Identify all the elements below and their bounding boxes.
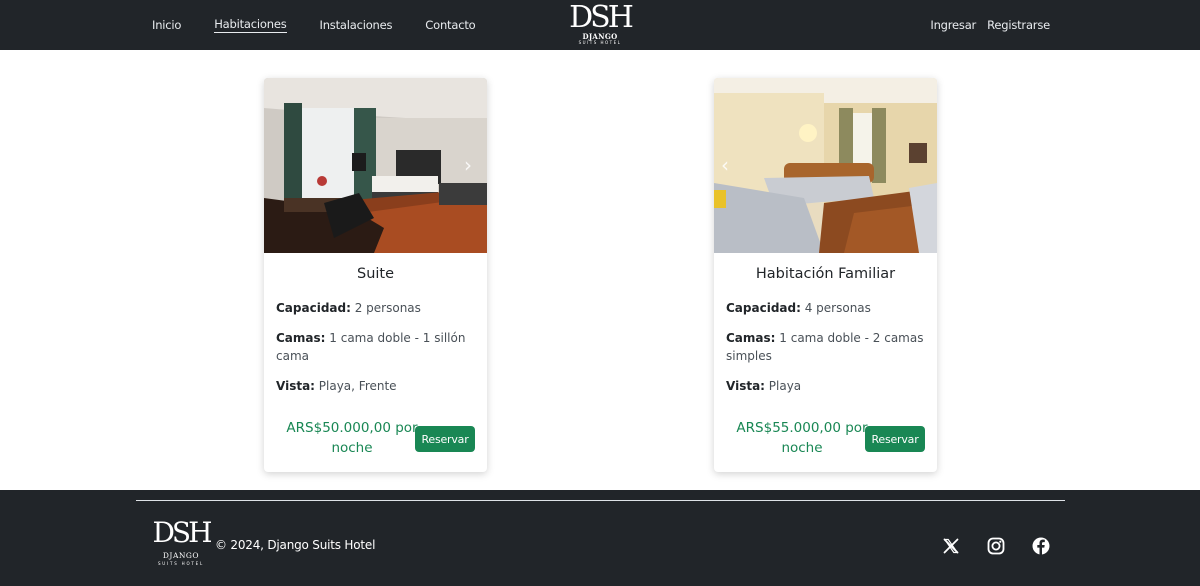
capacity-value: 4 personas: [800, 301, 871, 315]
suite-photo: [264, 78, 487, 253]
room-price: ARS$50.000,00 por noche: [286, 420, 418, 456]
nav-link-inicio[interactable]: Inicio: [152, 18, 181, 32]
x-icon[interactable]: [942, 537, 960, 555]
site-footer: DSH DJANGO SUITS HOTEL © 2024, Django Su…: [0, 490, 1200, 586]
capacity-label: Capacidad:: [276, 301, 351, 315]
nav-link-contacto[interactable]: Contacto: [425, 18, 475, 32]
view-label: Vista:: [276, 379, 315, 393]
social-links: [915, 537, 1050, 555]
auth-links: Ingresar Registrarse: [919, 0, 1050, 50]
nav-link-habitaciones[interactable]: Habitaciones: [214, 17, 287, 33]
room-details: Capacidad: 4 personas Camas: 1 cama dobl…: [714, 299, 937, 395]
instagram-icon[interactable]: [987, 537, 1005, 555]
copyright-text: © 2024, Django Suits Hotel: [215, 538, 376, 552]
view-value: Playa: [764, 379, 802, 393]
nav-link-instalaciones[interactable]: Instalaciones: [320, 18, 393, 32]
room-beds: Camas: 1 cama doble - 2 camas simples: [726, 329, 926, 365]
footer-logo[interactable]: DSH DJANGO SUITS HOTEL: [150, 518, 212, 574]
logo-tagline: SUITS HOTEL: [578, 40, 622, 45]
footer-logo-name: DJANGO: [162, 551, 200, 560]
room-price: ARS$55.000,00 por noche: [736, 420, 868, 456]
view-value: Playa, Frente: [314, 379, 397, 393]
facebook-icon[interactable]: [1032, 537, 1050, 555]
capacity-label: Capacidad:: [726, 301, 801, 315]
room-card-familiar: ‹ Habitación Familiar Capacidad: 4 perso…: [714, 78, 937, 472]
room-beds: Camas: 1 cama doble - 1 sillón cama: [276, 329, 476, 365]
familiar-photo: [714, 78, 937, 253]
view-label: Vista:: [726, 379, 765, 393]
carousel-next-icon[interactable]: ›: [461, 154, 475, 176]
beds-label: Camas:: [726, 331, 776, 345]
room-view: Vista: Playa: [726, 377, 926, 395]
room-capacity: Capacidad: 4 personas: [726, 299, 926, 317]
footer-logo-tagline: SUITS HOTEL: [157, 561, 205, 566]
capacity-value: 2 personas: [350, 301, 421, 315]
room-view: Vista: Playa, Frente: [276, 377, 476, 395]
room-capacity: Capacidad: 2 personas: [276, 299, 476, 317]
card-footer: ARS$50.000,00 por noche Reservar: [264, 418, 487, 462]
register-link[interactable]: Registrarse: [987, 18, 1050, 32]
reserve-button[interactable]: Reservar: [865, 426, 925, 452]
room-image-carousel: ›: [264, 78, 487, 253]
footer-logo-mark: DSH: [152, 516, 212, 549]
reserve-button[interactable]: Reservar: [415, 426, 475, 452]
card-footer: ARS$55.000,00 por noche Reservar: [714, 418, 937, 462]
footer-divider: [136, 500, 1065, 501]
nav-links: Inicio Habitaciones Instalaciones Contac…: [152, 0, 508, 50]
room-image-carousel: ‹: [714, 78, 937, 253]
room-title: Suite: [356, 266, 395, 282]
carousel-prev-icon[interactable]: ‹: [718, 154, 732, 176]
top-navbar: Inicio Habitaciones Instalaciones Contac…: [0, 0, 1200, 50]
room-card-suite: › Suite Capacidad: 2 personas Camas: 1 c…: [264, 78, 487, 472]
login-link[interactable]: Ingresar: [930, 18, 976, 32]
brand-logo[interactable]: DSH DJANGO SUITS HOTEL: [566, 3, 634, 47]
logo-mark: DSH: [569, 0, 634, 35]
room-title: Habitación Familiar: [755, 266, 896, 282]
beds-label: Camas:: [276, 331, 326, 345]
room-details: Capacidad: 2 personas Camas: 1 cama dobl…: [264, 299, 487, 395]
